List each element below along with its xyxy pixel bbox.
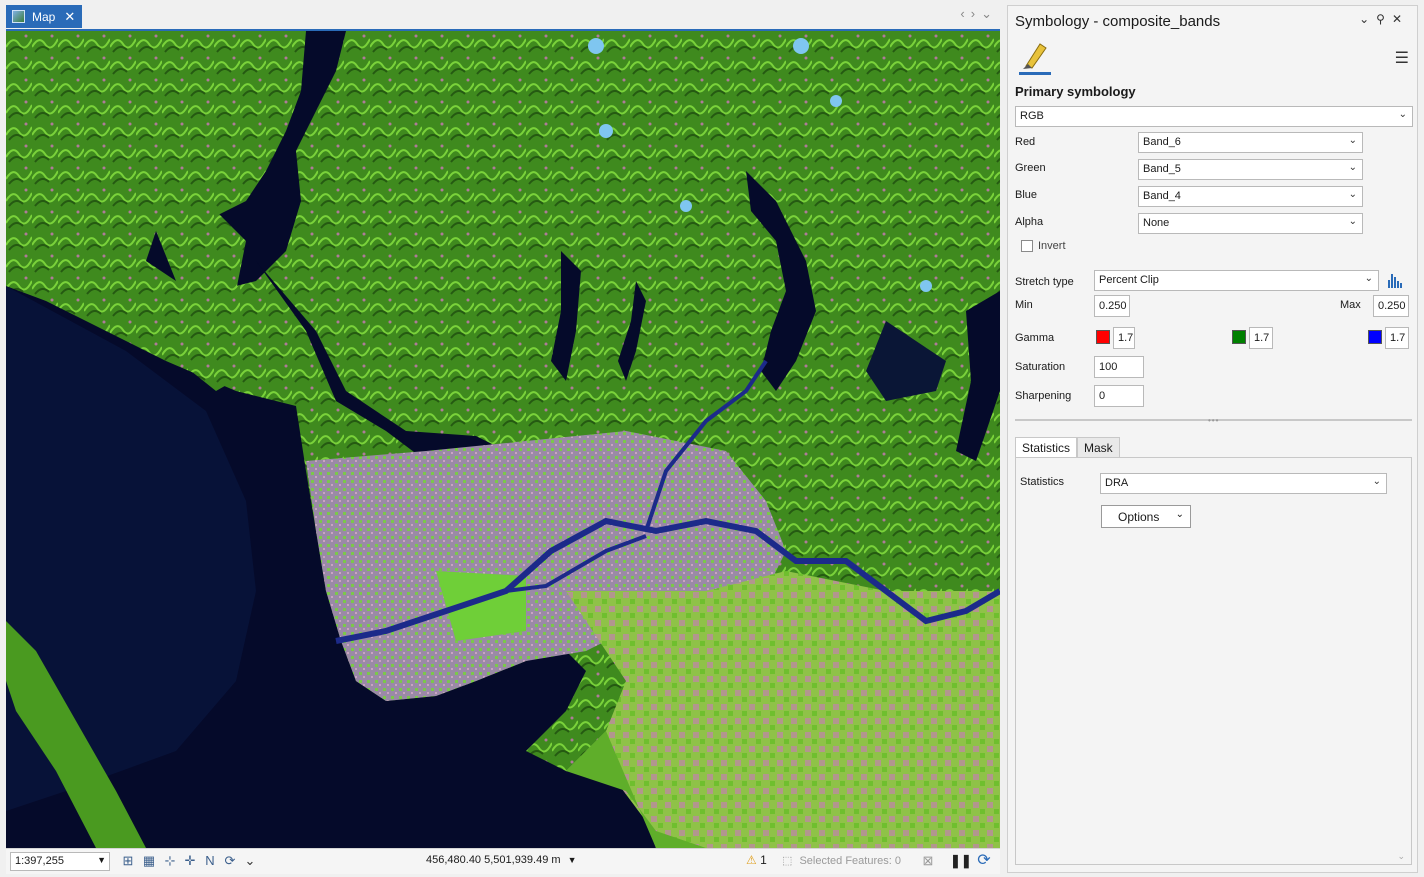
pause-icon[interactable]: ❚❚ [950, 853, 972, 869]
primary-symbology-dropdown[interactable]: RGB ⌄ [1015, 106, 1413, 127]
map-tab-bar: Map ✕ ‹›⌄ [0, 0, 1004, 29]
invert-label: Invert [1038, 240, 1066, 252]
statistics-value: DRA [1105, 477, 1129, 489]
histogram-icon[interactable] [1386, 270, 1406, 288]
map-tab[interactable]: Map ✕ [6, 5, 82, 28]
chevron-down-icon: ⌄ [1175, 509, 1184, 520]
green-band-value: Band_5 [1143, 163, 1181, 175]
chevron-down-icon: ▼ [97, 855, 106, 865]
warning-icon: ⚠ [746, 853, 757, 867]
tab-statistics[interactable]: Statistics [1015, 437, 1078, 458]
chevron-down-icon: ⌄ [1348, 162, 1357, 173]
clear-selection-icon[interactable]: ⊠ [920, 853, 936, 869]
chevron-down-icon[interactable]: ⌄ [242, 853, 258, 869]
blue-swatch [1368, 330, 1382, 344]
red-band-value: Band_6 [1143, 136, 1181, 148]
chevron-down-icon[interactable]: ⌄ [1359, 12, 1376, 26]
blue-label: Blue [1015, 189, 1038, 201]
snapping-icon[interactable]: ⊹ [162, 853, 178, 869]
stretch-type-label: Stretch type [1015, 276, 1074, 288]
guides-icon[interactable]: ✛ [182, 853, 198, 869]
gamma-blue-input[interactable]: 1.7 [1385, 327, 1409, 349]
red-swatch [1096, 330, 1110, 344]
pane-controls: ⌄⚲✕ [1359, 12, 1409, 26]
close-icon[interactable]: ✕ [1392, 12, 1409, 26]
chevron-right-icon[interactable]: › [971, 6, 981, 21]
sharpening-input[interactable]: 0 [1094, 385, 1144, 407]
chevron-down-icon[interactable]: ⌄ [981, 6, 998, 21]
refresh-icon[interactable]: ⟳ [976, 853, 992, 869]
saturation-label: Saturation [1015, 361, 1066, 373]
min-input[interactable]: 0.250 [1094, 295, 1130, 317]
scroll-down-icon[interactable]: ⌄ [1397, 851, 1405, 862]
chevron-down-icon: ⌄ [1364, 273, 1373, 284]
chevron-down-icon: ▼ [567, 855, 577, 865]
chevron-left-icon[interactable]: ‹ [960, 6, 970, 21]
green-band-dropdown[interactable]: Band_5 ⌄ [1138, 159, 1363, 180]
chevron-down-icon: ⌄ [1398, 109, 1407, 120]
green-swatch [1232, 330, 1246, 344]
active-tab-indicator [1019, 72, 1051, 75]
chevron-down-icon: ⌄ [1372, 476, 1381, 487]
menu-icon[interactable]: ☰ [1395, 48, 1409, 68]
warning-indicator[interactable]: ⚠ 1 [746, 853, 767, 867]
alpha-band-dropdown[interactable]: None ⌄ [1138, 213, 1363, 234]
options-label: Options [1118, 510, 1160, 524]
saturation-input[interactable]: 100 [1094, 356, 1144, 378]
close-icon[interactable]: ✕ [64, 9, 75, 25]
chevron-down-icon: ⌄ [1348, 135, 1357, 146]
alpha-band-value: None [1143, 217, 1170, 229]
map-status-bar: 1:397,255 ▼ ⊞ ▦ ⊹ ✛ N ⟳ ⌄ 456,480.40 5,5… [6, 848, 1000, 874]
select-icon: ⬚ [782, 855, 793, 867]
max-label: Max [1340, 299, 1361, 311]
selected-features[interactable]: ⬚ Selected Features: 0 [782, 854, 901, 867]
red-label: Red [1015, 136, 1036, 148]
map-view[interactable] [6, 29, 1000, 848]
chevron-down-icon: ⌄ [1348, 189, 1357, 200]
sharpening-label: Sharpening [1015, 390, 1072, 402]
red-band-dropdown[interactable]: Band_6 ⌄ [1138, 132, 1363, 153]
stretch-type-value: Percent Clip [1099, 274, 1159, 286]
map-pane: Map ✕ ‹›⌄ 1:397,255 ▼ ⊞ ▦ ⊹ ✛ N ⟳ ⌄ 456,… [0, 0, 1004, 877]
symbology-pane: Symbology - composite_bands ⌄⚲✕ ☰ Primar… [1007, 5, 1418, 873]
gamma-red-input[interactable]: 1.7 [1113, 327, 1135, 349]
invert-checkbox[interactable] [1021, 240, 1033, 252]
blue-band-value: Band_4 [1143, 190, 1181, 202]
grip-icon[interactable]: ••• [1208, 416, 1219, 425]
coordinates-text: 456,480.40 5,501,939.49 m [426, 854, 561, 866]
stretch-type-dropdown[interactable]: Percent Clip ⌄ [1094, 270, 1379, 291]
min-label: Min [1015, 299, 1033, 311]
paintbrush-icon[interactable] [1020, 38, 1050, 72]
green-label: Green [1015, 162, 1046, 174]
options-button[interactable]: Options ⌄ [1101, 505, 1191, 528]
statistics-panel: Statistics DRA ⌄ Options ⌄ ⌄ [1015, 457, 1412, 865]
alpha-label: Alpha [1015, 216, 1044, 228]
primary-symbology-label: Primary symbology [1015, 84, 1136, 99]
tab-mask[interactable]: Mask [1077, 437, 1120, 458]
grid-icon[interactable]: ▦ [141, 853, 157, 869]
gamma-green-input[interactable]: 1.7 [1249, 327, 1273, 349]
map-icon [12, 10, 25, 23]
satellite-imagery [6, 31, 1000, 848]
north-arrow-icon[interactable]: N [202, 853, 218, 869]
blue-band-dropdown[interactable]: Band_4 ⌄ [1138, 186, 1363, 207]
statistics-label: Statistics [1020, 476, 1065, 488]
scale-dropdown[interactable]: 1:397,255 ▼ [10, 852, 110, 871]
tab-navigation[interactable]: ‹›⌄ [960, 6, 998, 22]
statistics-dropdown[interactable]: DRA ⌄ [1100, 473, 1387, 494]
gamma-label: Gamma [1015, 332, 1055, 344]
add-layer-icon[interactable]: ⊞ [120, 853, 136, 869]
scale-value: 1:397,255 [15, 855, 64, 867]
map-tab-label: Map [32, 9, 56, 24]
max-input[interactable]: 0.250 [1373, 295, 1409, 317]
primary-symbology-value: RGB [1020, 110, 1044, 122]
rotate-icon[interactable]: ⟳ [222, 853, 238, 869]
warning-count: 1 [760, 853, 767, 867]
chevron-down-icon: ⌄ [1348, 216, 1357, 227]
pin-icon[interactable]: ⚲ [1376, 12, 1392, 26]
pane-title: Symbology - composite_bands [1015, 13, 1221, 30]
coordinate-readout[interactable]: 456,480.40 5,501,939.49 m ▼ [426, 854, 577, 866]
selected-features-text: Selected Features: 0 [799, 855, 901, 867]
